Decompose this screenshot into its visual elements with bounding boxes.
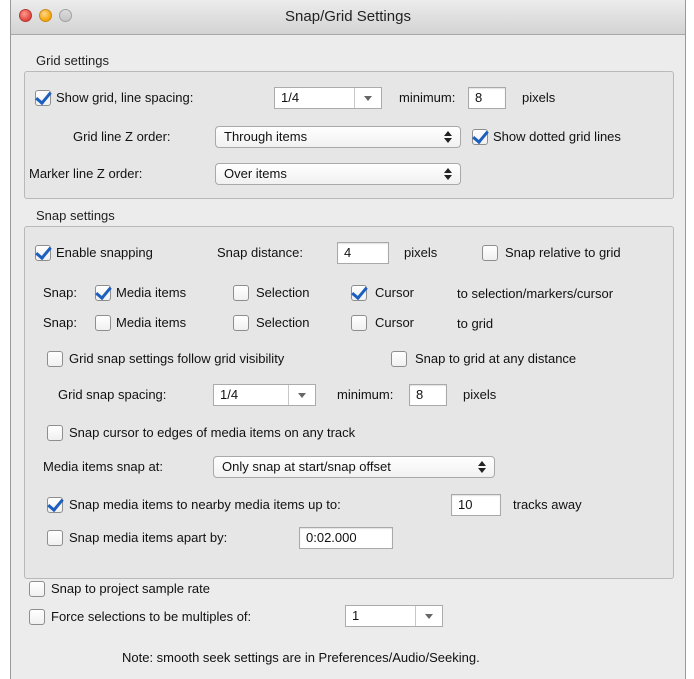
- project-sample-rate-label: Snap to project sample rate: [51, 581, 210, 596]
- snap-row2-selection-label: Selection: [256, 315, 310, 330]
- force-multiples-label: Force selections to be multiples of:: [51, 609, 252, 624]
- follow-visibility-checkbox[interactable]: [47, 351, 63, 367]
- chevron-down-icon[interactable]: [288, 385, 315, 405]
- snap-row2-label: Snap:: [43, 315, 77, 330]
- nearby-tracks-input[interactable]: 10: [451, 494, 501, 516]
- snap-distance-pixels-label: pixels: [404, 245, 438, 260]
- grid-minimum-label: minimum:: [399, 90, 456, 105]
- cursor-edges-label: Snap cursor to edges of media items on a…: [69, 425, 356, 440]
- snap-row1-selection-checkbox[interactable]: [233, 285, 249, 301]
- chevron-down-icon[interactable]: [354, 88, 381, 108]
- snap-row1-cursor-checkbox[interactable]: [351, 285, 367, 301]
- marker-z-order-select[interactable]: Over items: [215, 163, 461, 185]
- snap-row1-cursor-label: Cursor: [375, 285, 415, 300]
- window-title: Snap/Grid Settings: [285, 8, 411, 25]
- snap-row1-target: to selection/markers/cursor: [457, 286, 614, 301]
- snap-row1-media-label: Media items: [116, 285, 187, 300]
- grid-snap-minimum-label: minimum:: [337, 387, 394, 402]
- grid-z-order-label: Grid line Z order:: [73, 129, 171, 144]
- show-grid-checkbox[interactable]: [35, 90, 51, 106]
- snap-row2-media-label: Media items: [116, 315, 187, 330]
- follow-visibility-label: Grid snap settings follow grid visibilit…: [69, 351, 285, 366]
- grid-snap-spacing-label: Grid snap spacing:: [58, 387, 167, 402]
- apart-by-label: Snap media items apart by:: [69, 530, 228, 545]
- marker-z-order-label: Marker line Z order:: [29, 166, 143, 181]
- snap-settings-panel: Enable snapping Snap distance: 4 pixels …: [24, 226, 674, 579]
- snap-section-title: Snap settings: [36, 208, 115, 223]
- seek-settings-note: Note: smooth seek settings are in Prefer…: [122, 650, 480, 665]
- force-multiples-combo[interactable]: 1: [345, 605, 443, 627]
- nearby-media-label: Snap media items to nearby media items u…: [69, 497, 341, 512]
- line-spacing-value: 1/4: [281, 90, 300, 105]
- grid-z-order-select[interactable]: Through items: [215, 126, 461, 148]
- snap-row2-media-checkbox[interactable]: [95, 315, 111, 331]
- snap-row2-target: to grid: [457, 316, 494, 331]
- grid-z-order-value: Through items: [224, 129, 308, 144]
- any-distance-label: Snap to grid at any distance: [415, 351, 577, 366]
- updown-arrows-icon: [444, 130, 452, 144]
- grid-minimum-input[interactable]: 8: [468, 87, 506, 109]
- snap-row2-cursor-label: Cursor: [375, 315, 415, 330]
- show-grid-label: Show grid, line spacing:: [56, 90, 194, 105]
- snap-distance-input[interactable]: 4: [337, 242, 389, 264]
- marker-z-order-value: Over items: [224, 166, 287, 181]
- dotted-grid-checkbox[interactable]: [472, 129, 488, 145]
- any-distance-checkbox[interactable]: [391, 351, 407, 367]
- snap-row2-selection-checkbox[interactable]: [233, 315, 249, 331]
- grid-settings-panel: Show grid, line spacing: 1/4 minimum: 8 …: [24, 71, 674, 199]
- snap-grid-settings-window: Snap/Grid Settings Grid settings Show gr…: [10, 0, 686, 679]
- enable-snapping-checkbox[interactable]: [35, 245, 51, 261]
- grid-snap-spacing-combo[interactable]: 1/4: [213, 384, 316, 406]
- dotted-grid-label: Show dotted grid lines: [493, 129, 621, 144]
- snap-row1-label: Snap:: [43, 285, 77, 300]
- snap-row1-selection-label: Selection: [256, 285, 310, 300]
- snap-relative-label: Snap relative to grid: [505, 245, 621, 260]
- chevron-down-icon[interactable]: [415, 606, 442, 626]
- grid-pixels-label: pixels: [522, 90, 556, 105]
- snap-row1-media-checkbox[interactable]: [95, 285, 111, 301]
- apart-by-input[interactable]: 0:02.000: [299, 527, 393, 549]
- media-snap-at-select[interactable]: Only snap at start/snap offset: [213, 456, 495, 478]
- nearby-media-checkbox[interactable]: [47, 497, 63, 513]
- media-snap-at-value: Only snap at start/snap offset: [222, 459, 391, 474]
- force-multiples-checkbox[interactable]: [29, 609, 45, 625]
- media-snap-at-label: Media items snap at:: [43, 459, 163, 474]
- project-sample-rate-checkbox[interactable]: [29, 581, 45, 597]
- title-bar[interactable]: Snap/Grid Settings: [11, 0, 685, 35]
- grid-snap-pixels-label: pixels: [463, 387, 497, 402]
- grid-section-title: Grid settings: [36, 53, 109, 68]
- line-spacing-combo[interactable]: 1/4: [274, 87, 382, 109]
- enable-snapping-label: Enable snapping: [56, 245, 153, 260]
- snap-row2-cursor-checkbox[interactable]: [351, 315, 367, 331]
- tracks-away-label: tracks away: [513, 497, 582, 512]
- grid-snap-spacing-value: 1/4: [220, 387, 239, 402]
- updown-arrows-icon: [444, 167, 452, 181]
- snap-relative-checkbox[interactable]: [482, 245, 498, 261]
- apart-by-checkbox[interactable]: [47, 530, 63, 546]
- force-multiples-value: 1: [352, 608, 360, 623]
- cursor-edges-checkbox[interactable]: [47, 425, 63, 441]
- updown-arrows-icon: [478, 460, 486, 474]
- grid-snap-minimum-input[interactable]: 8: [409, 384, 447, 406]
- snap-distance-label: Snap distance:: [217, 245, 304, 260]
